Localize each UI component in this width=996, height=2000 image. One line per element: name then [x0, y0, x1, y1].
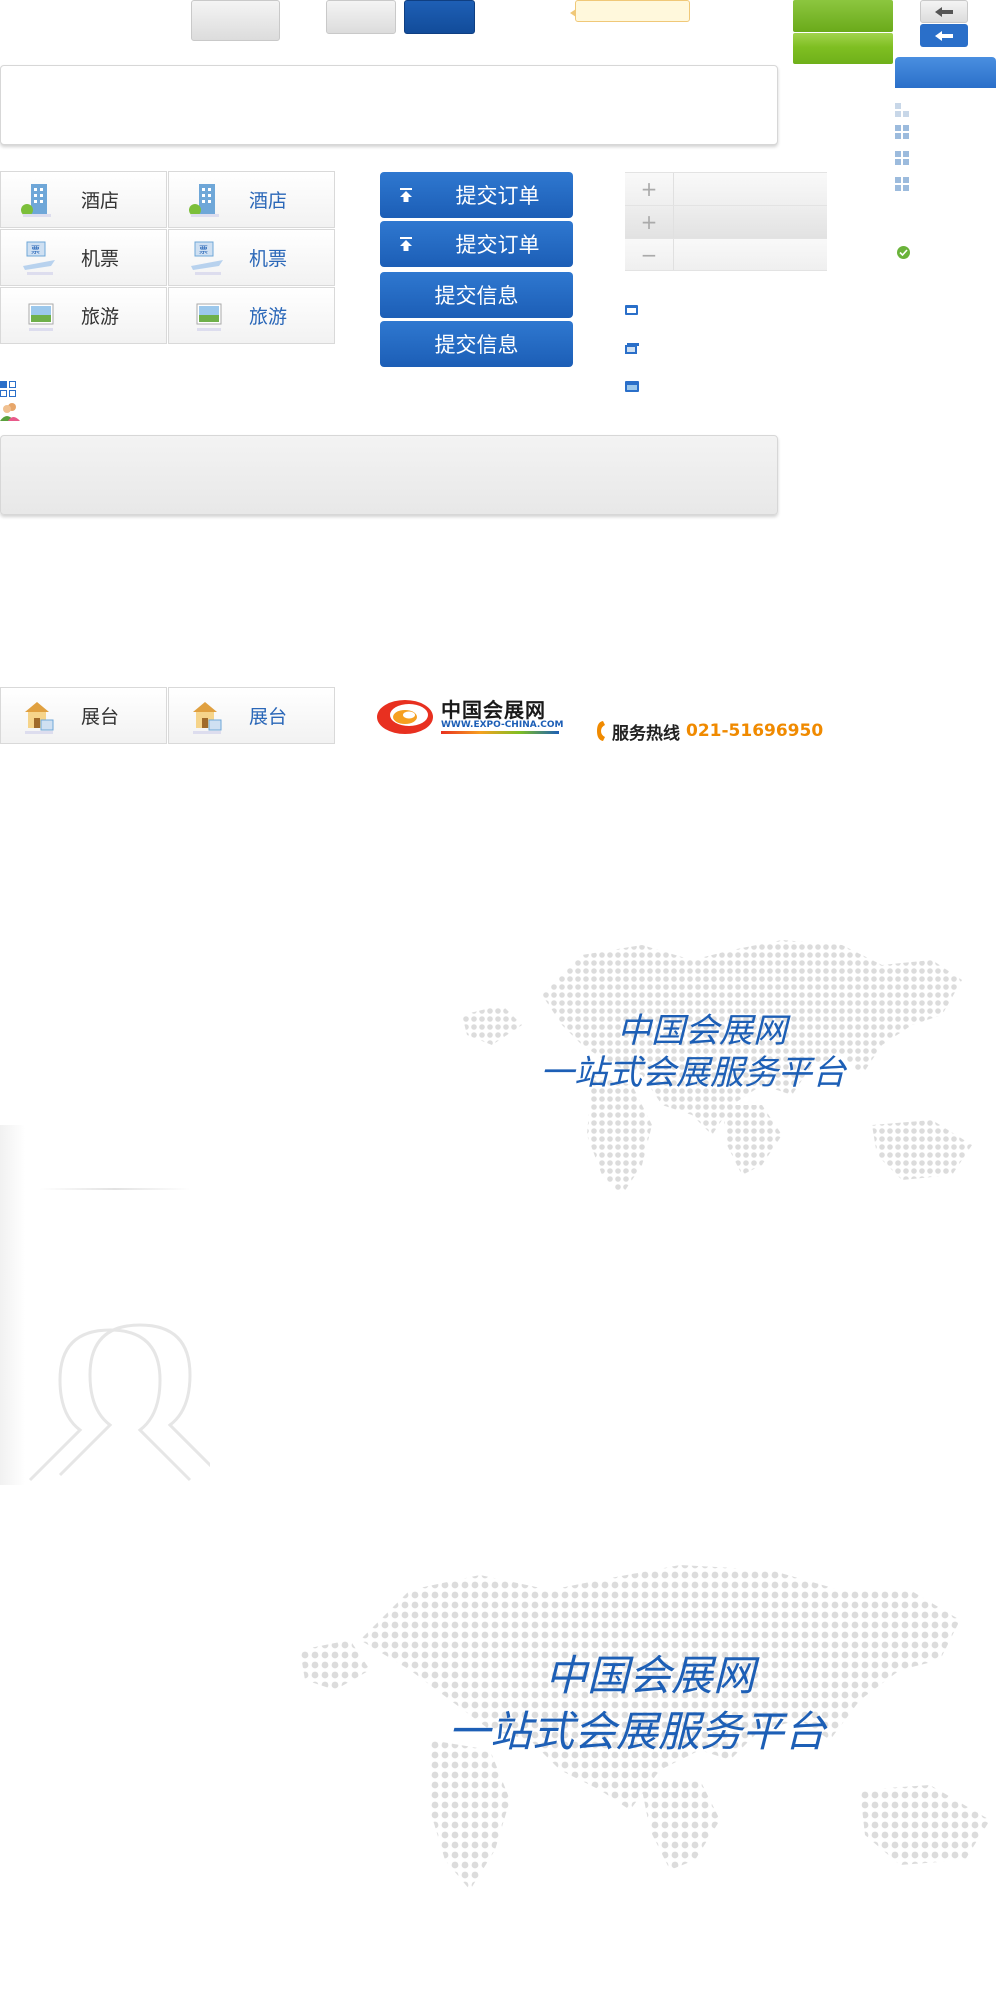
landscape-icon [19, 296, 59, 336]
tile-label: 展台 [81, 706, 120, 728]
tooltip-box [570, 0, 690, 22]
plus-button[interactable]: + [625, 206, 674, 238]
window-icon [625, 305, 638, 315]
window-stack-icon [625, 343, 639, 354]
quantity-stepper[interactable]: + + − [625, 172, 827, 271]
minus-button[interactable]: − [625, 239, 674, 270]
blue-button-dark[interactable] [404, 0, 475, 34]
booth-icon [19, 696, 59, 736]
slogan-line-2: 一站式会展服务平台 [540, 1053, 846, 1093]
green-button[interactable] [793, 0, 893, 32]
hotel-icon [19, 180, 59, 220]
button-label: 提交订单 [455, 233, 540, 257]
avatar-placeholder [0, 1125, 210, 1485]
hotline: 服务热线 021-51696950 [594, 719, 824, 744]
submit-order-button[interactable]: 提交订单 [380, 172, 573, 218]
user-silhouette-icon [28, 1323, 210, 1482]
tile-travel[interactable]: 旅游 [0, 287, 167, 344]
plus-button[interactable]: + [625, 173, 674, 205]
tile-label: 酒店 [81, 190, 120, 212]
logo-url: WWW.EXPO-CHINA.COM [441, 720, 564, 730]
window-filled-icon [625, 381, 639, 392]
world-map-banner: 中国会展网 一站式会展服务平台 [300, 1560, 996, 1920]
grid-icon-light [895, 103, 909, 117]
tile-label: 机票 [249, 248, 288, 270]
submit-order-button-hover[interactable]: 提交订单 [380, 221, 573, 267]
ticket-icon: 票 [187, 238, 227, 278]
tile-hotel-active[interactable]: 酒店 [168, 171, 335, 228]
stepper-row[interactable]: − [625, 238, 827, 271]
green-button-hover[interactable] [793, 33, 893, 64]
tile-ticket-active[interactable]: 票 机票 [168, 229, 335, 286]
site-logo[interactable]: 中国会展网 WWW.EXPO-CHINA.COM [375, 690, 565, 740]
tile-ticket[interactable]: 票 机票 [0, 229, 167, 286]
slogan-line-2: 一站式会展服务平台 [448, 1707, 827, 1756]
tile-travel-active[interactable]: 旅游 [168, 287, 335, 344]
booth-icon [187, 696, 227, 736]
logo-swirl-icon [377, 700, 433, 734]
hotel-icon [187, 180, 227, 220]
hotline-number: 021-51696950 [686, 721, 824, 741]
white-panel [0, 65, 778, 145]
slogan-line-1: 中国会展网 [545, 1651, 756, 1700]
tile-label: 展台 [249, 706, 288, 728]
submit-info-button[interactable]: 提交信息 [380, 272, 573, 318]
logo-text: 中国会展网 [441, 698, 546, 722]
users-icon [0, 401, 20, 421]
back-button-gray[interactable] [920, 0, 968, 23]
apps-icon [0, 381, 16, 397]
svg-text:票: 票 [31, 245, 40, 256]
gray-button-small[interactable] [326, 0, 396, 34]
landscape-icon [187, 296, 227, 336]
stepper-row[interactable]: + [625, 172, 827, 205]
upload-icon [380, 221, 432, 267]
button-label: 提交订单 [455, 184, 540, 208]
tile-hotel[interactable]: 酒店 [0, 171, 167, 228]
grid-icon [895, 177, 909, 191]
tile-label: 酒店 [249, 190, 288, 212]
button-label: 提交信息 [434, 333, 519, 357]
submit-info-button-hover[interactable]: 提交信息 [380, 321, 573, 367]
gray-button-large[interactable] [191, 0, 280, 41]
svg-text:票: 票 [199, 245, 208, 256]
tile-booth-active[interactable]: 展台 [168, 687, 335, 744]
phone-icon [597, 721, 605, 741]
hotline-label: 服务热线 [612, 723, 680, 744]
avatar-divider [40, 1188, 190, 1190]
world-map-banner: 中国会展网 一站式会展服务平台 [462, 935, 982, 1235]
gray-panel [0, 435, 778, 515]
tile-label: 旅游 [249, 306, 288, 328]
grid-icon [895, 125, 909, 139]
back-arrow-icon [935, 6, 953, 17]
check-icon [897, 246, 910, 259]
blue-tab[interactable] [895, 57, 996, 88]
tile-booth[interactable]: 展台 [0, 687, 167, 744]
tile-label: 旅游 [81, 306, 120, 328]
grid-icon [895, 151, 909, 165]
back-arrow-icon [935, 30, 953, 41]
upload-icon [380, 172, 432, 218]
logo-underline [441, 731, 559, 734]
tile-label: 机票 [81, 248, 120, 270]
back-button-blue[interactable] [920, 24, 968, 47]
button-label: 提交信息 [434, 284, 519, 308]
ticket-icon: 票 [19, 238, 59, 278]
stepper-row[interactable]: + [625, 205, 827, 238]
